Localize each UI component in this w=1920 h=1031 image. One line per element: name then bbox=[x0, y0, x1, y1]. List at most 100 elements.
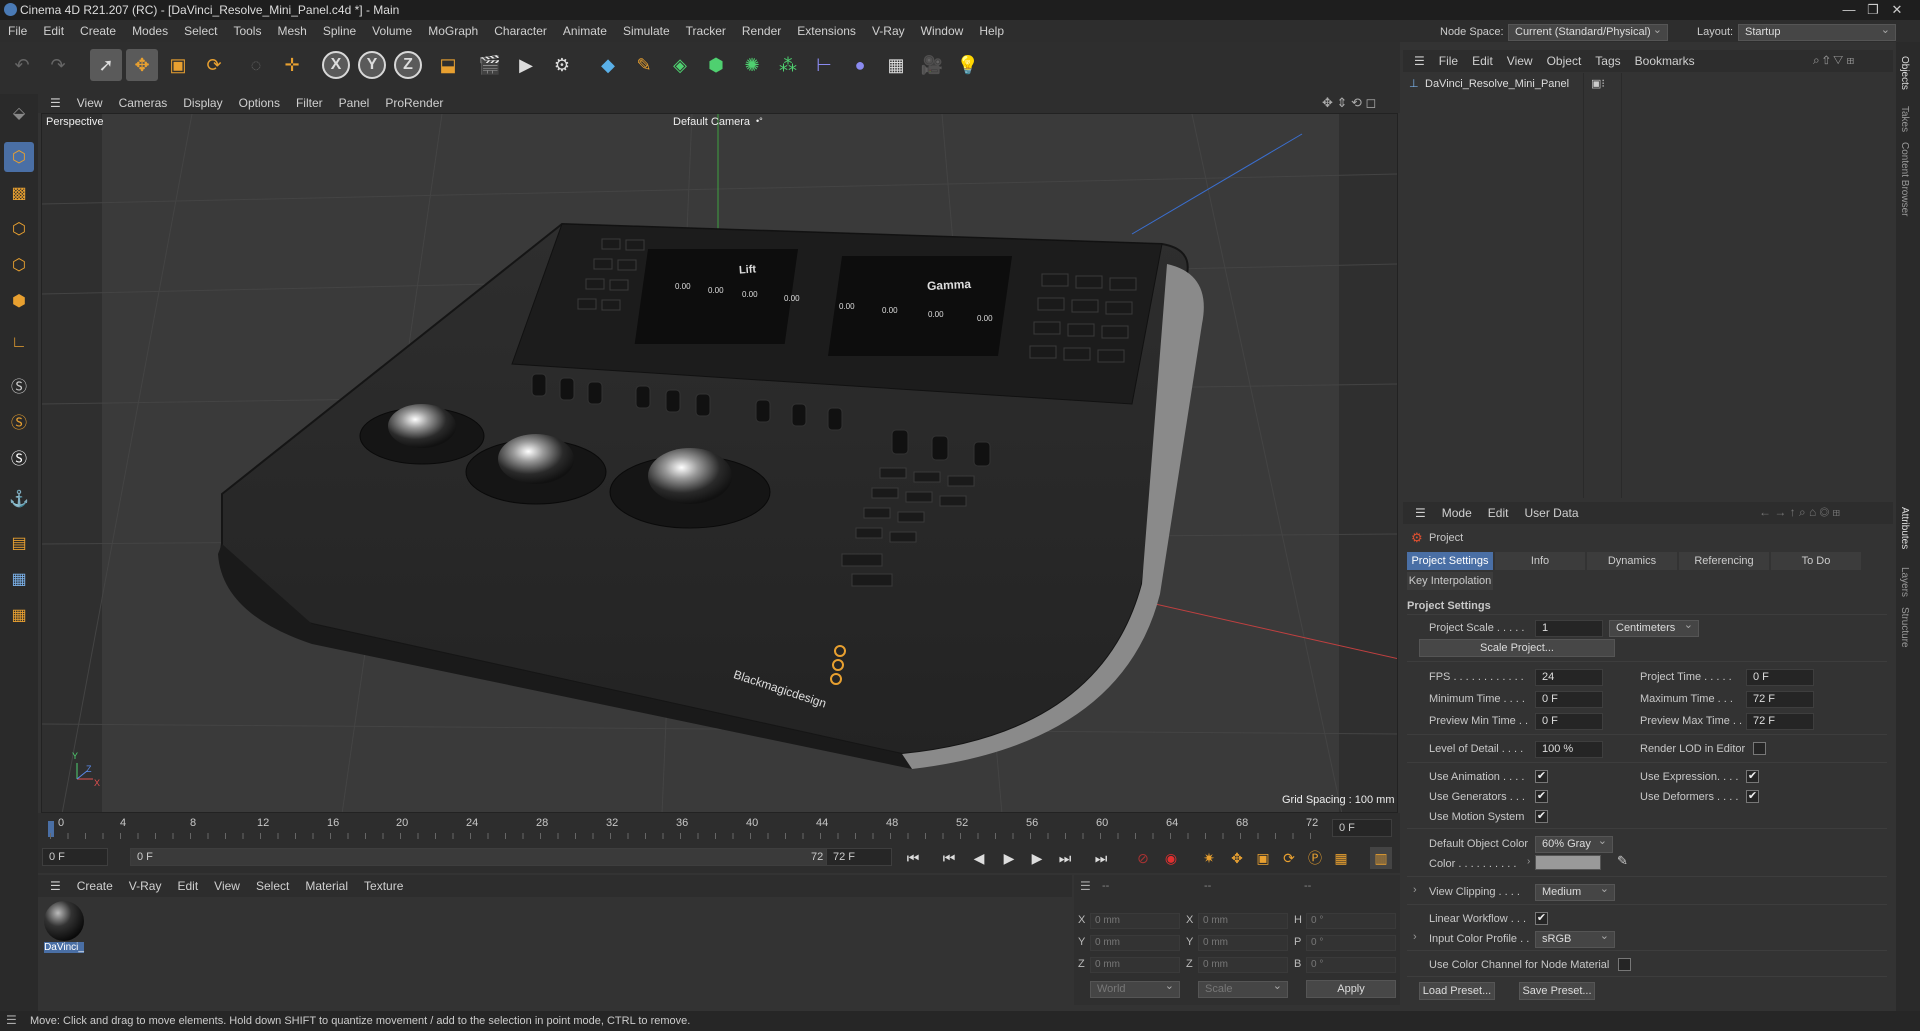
render-settings-icon[interactable]: ⚙ bbox=[546, 49, 578, 81]
play-icon[interactable]: ▶ bbox=[998, 847, 1020, 869]
rotate-icon[interactable]: ⟳ bbox=[198, 49, 230, 81]
tab-referencing[interactable]: Referencing bbox=[1679, 552, 1769, 570]
project-time-field[interactable]: 0 F bbox=[1746, 669, 1814, 686]
record-keys-icon[interactable]: ⊘ bbox=[1132, 847, 1154, 869]
pen-icon[interactable]: ✎ bbox=[628, 49, 660, 81]
menu-tools[interactable]: Tools bbox=[225, 24, 269, 38]
snap-icon[interactable]: Ⓢ bbox=[4, 370, 34, 400]
apply-button[interactable]: Apply bbox=[1306, 980, 1396, 998]
obj-menu-edit[interactable]: Edit bbox=[1465, 54, 1500, 68]
preview-range-slider[interactable]: 0 F 72 F bbox=[130, 848, 840, 866]
tab-todo[interactable]: To Do bbox=[1771, 552, 1861, 570]
scale-project-button[interactable]: Scale Project... bbox=[1419, 639, 1615, 657]
input-profile-expand-icon[interactable]: › bbox=[1413, 931, 1417, 943]
menu-window[interactable]: Window bbox=[913, 24, 972, 38]
att-menu-edit[interactable]: Edit bbox=[1480, 506, 1517, 520]
undo-icon[interactable]: ↶ bbox=[6, 49, 38, 81]
vp-menu-filter[interactable]: Filter bbox=[288, 96, 331, 110]
key-rotation-icon[interactable]: ⟳ bbox=[1278, 847, 1300, 869]
3d-viewport[interactable]: Perspective Default Camera •° Lift Gamma… bbox=[41, 113, 1398, 813]
menu-edit[interactable]: Edit bbox=[35, 24, 72, 38]
vp-menu-options[interactable]: Options bbox=[231, 96, 288, 110]
cube-icon[interactable]: ◆ bbox=[592, 49, 624, 81]
scale-icon[interactable]: ▣ bbox=[162, 49, 194, 81]
coord-pos-y-field[interactable]: 0 mm bbox=[1090, 935, 1180, 951]
material-menu-icon[interactable]: ☰ bbox=[42, 879, 69, 893]
mat-menu-create[interactable]: Create bbox=[69, 879, 121, 893]
default-color-dropdown[interactable]: 60% Gray bbox=[1535, 834, 1613, 853]
mat-menu-texture[interactable]: Texture bbox=[356, 879, 411, 893]
use-motion-checkbox[interactable]: ✔ bbox=[1535, 810, 1548, 823]
viewport-nav-icons[interactable]: ✥ ⇕ ⟲ ◻ bbox=[1322, 95, 1376, 111]
workplane-icon[interactable]: ▤ bbox=[4, 528, 34, 558]
menu-simulate[interactable]: Simulate bbox=[615, 24, 678, 38]
load-preset-button[interactable]: Load Preset... bbox=[1419, 982, 1495, 1000]
vp-menu-cameras[interactable]: Cameras bbox=[111, 96, 176, 110]
coords-menu-icon[interactable]: ☰ bbox=[1080, 879, 1091, 893]
go-to-start-icon[interactable]: ⏮ bbox=[902, 847, 924, 869]
tab-attributes[interactable]: Attributes bbox=[1899, 507, 1910, 549]
next-key-icon[interactable]: ⏭ bbox=[1054, 847, 1076, 869]
start-frame-field[interactable]: 0 F bbox=[42, 848, 108, 866]
coord-rot-b-field[interactable]: 0 ° bbox=[1306, 957, 1396, 973]
tab-info[interactable]: Info bbox=[1495, 552, 1585, 570]
attribute-nav-icons[interactable]: ← → ↑ ⌕ ⌂ ◎ ⊞ bbox=[1759, 505, 1840, 520]
coord-mode-dropdown[interactable]: World bbox=[1090, 979, 1180, 998]
next-frame-icon[interactable]: ▶ bbox=[1026, 847, 1048, 869]
keyframe-selection-icon[interactable]: ✷ bbox=[1198, 847, 1220, 869]
make-editable-icon[interactable]: ⬙ bbox=[4, 98, 34, 128]
menu-mograph[interactable]: MoGraph bbox=[420, 24, 486, 38]
planar-workplane-icon[interactable]: ▦ bbox=[4, 600, 34, 630]
visibility-icon[interactable]: ▣⁝ bbox=[1591, 77, 1605, 90]
view-clipping-dropdown[interactable]: Medium bbox=[1535, 882, 1615, 901]
previous-key-icon[interactable]: ⏮ bbox=[938, 847, 960, 869]
menu-render[interactable]: Render bbox=[734, 24, 789, 38]
timeline-window-icon[interactable]: ▥ bbox=[1370, 847, 1392, 869]
obj-menu-view[interactable]: View bbox=[1500, 54, 1540, 68]
tab-structure[interactable]: Structure bbox=[1899, 607, 1910, 648]
quantize-icon[interactable]: Ⓢ bbox=[4, 442, 34, 472]
obj-menu-bookmarks[interactable]: Bookmarks bbox=[1628, 54, 1702, 68]
coord-size-z-field[interactable]: 0 mm bbox=[1198, 957, 1288, 973]
go-to-end-icon[interactable]: ⏭ bbox=[1090, 847, 1112, 869]
fracture-icon[interactable]: ⁂ bbox=[772, 49, 804, 81]
texture-mode-icon[interactable]: ▩ bbox=[4, 178, 34, 208]
viewport-menu-icon[interactable]: ☰ bbox=[42, 96, 69, 110]
coord-pos-z-field[interactable]: 0 mm bbox=[1090, 957, 1180, 973]
vp-menu-display[interactable]: Display bbox=[175, 96, 230, 110]
mat-menu-view[interactable]: View bbox=[206, 879, 248, 893]
y-axis-lock-button[interactable]: Y bbox=[358, 51, 386, 79]
z-axis-lock-button[interactable]: Z bbox=[394, 51, 422, 79]
coord-size-mode-dropdown[interactable]: Scale bbox=[1198, 979, 1288, 998]
light-icon[interactable]: 💡 bbox=[952, 49, 984, 81]
linear-workflow-checkbox[interactable]: ✔ bbox=[1535, 912, 1548, 925]
deformer-icon[interactable]: ⊢ bbox=[808, 49, 840, 81]
save-preset-button[interactable]: Save Preset... bbox=[1519, 982, 1595, 1000]
render-view-icon[interactable]: ▶ bbox=[510, 49, 542, 81]
live-select-icon[interactable]: ➚ bbox=[90, 49, 122, 81]
att-menu-userdata[interactable]: User Data bbox=[1516, 506, 1586, 520]
floor-icon[interactable]: ▦ bbox=[880, 49, 912, 81]
menu-animate[interactable]: Animate bbox=[555, 24, 615, 38]
project-scale-field[interactable]: 1 bbox=[1535, 620, 1603, 637]
recent-tools-icon[interactable]: ◌ bbox=[240, 49, 272, 81]
field-icon[interactable]: ● bbox=[844, 49, 876, 81]
tab-objects[interactable]: Objects bbox=[1899, 56, 1910, 90]
viewport-camera-label[interactable]: Default Camera bbox=[673, 116, 750, 128]
view-clipping-expand-icon[interactable]: › bbox=[1413, 884, 1417, 896]
layout-dropdown[interactable]: Startup bbox=[1738, 23, 1896, 41]
edges-mode-icon[interactable]: ⬡ bbox=[4, 250, 34, 280]
coord-rot-p-field[interactable]: 0 ° bbox=[1306, 935, 1396, 951]
color-channel-checkbox[interactable] bbox=[1618, 958, 1631, 971]
input-color-profile-dropdown[interactable]: sRGB bbox=[1535, 929, 1615, 948]
snap-settings-icon[interactable]: Ⓢ bbox=[4, 406, 34, 436]
material-item[interactable]: DaVinci_ bbox=[44, 901, 84, 953]
tab-project-settings[interactable]: Project Settings bbox=[1407, 552, 1493, 570]
use-deformers-checkbox[interactable]: ✔ bbox=[1746, 790, 1759, 803]
mat-menu-edit[interactable]: Edit bbox=[169, 879, 206, 893]
max-time-field[interactable]: 72 F bbox=[1746, 691, 1814, 708]
use-expression-checkbox[interactable]: ✔ bbox=[1746, 770, 1759, 783]
mat-menu-vray[interactable]: V-Ray bbox=[121, 879, 170, 893]
menu-extensions[interactable]: Extensions bbox=[789, 24, 864, 38]
project-scale-unit-dropdown[interactable]: Centimeters bbox=[1609, 618, 1699, 637]
